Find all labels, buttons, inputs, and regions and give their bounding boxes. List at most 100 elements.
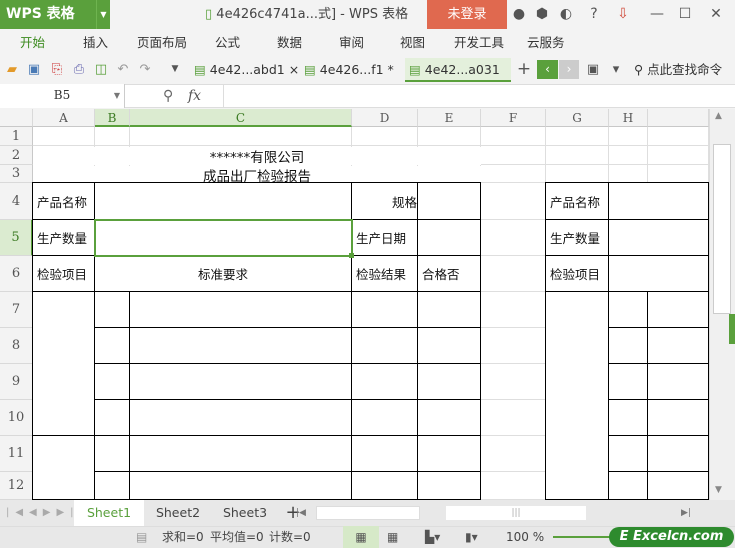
cell[interactable] (609, 127, 648, 146)
app-menu-button[interactable]: WPS 表格 (0, 0, 96, 29)
doc-tab[interactable]: ▤ 4e42...abd1 × (190, 58, 300, 82)
cell[interactable] (648, 165, 709, 183)
scroll-right-icon[interactable]: ▶| (681, 504, 691, 522)
command-search[interactable]: ⚲ 点此查找命令 (634, 57, 722, 82)
table-cell[interactable] (129, 435, 352, 472)
minimize-icon[interactable]: — (647, 0, 667, 29)
close-tab-icon[interactable]: × (289, 62, 299, 77)
chevron-down-icon[interactable]: ▼ (96, 0, 110, 29)
cell[interactable] (481, 220, 546, 256)
label-cell[interactable]: 产品名称 (32, 182, 95, 220)
skin-icon[interactable]: ● (509, 0, 529, 29)
cell[interactable] (546, 165, 609, 183)
doc-tab[interactable]: ▤ 4e426...f1 * × (300, 58, 405, 100)
row-header-4[interactable]: 4 (0, 183, 33, 220)
redo-icon[interactable]: ↷ (135, 57, 155, 82)
cell[interactable] (546, 146, 609, 165)
cell[interactable] (481, 472, 546, 500)
cell[interactable] (648, 146, 709, 165)
zoom-formula-icon[interactable]: ⚲ (163, 84, 173, 108)
sheet-nav-arrows[interactable]: |◀◀▶▶| (6, 500, 80, 526)
column-header-f[interactable]: F (481, 109, 546, 127)
menu-insert[interactable]: 插入 (83, 29, 108, 57)
table-cell[interactable] (608, 435, 648, 472)
insert-function-button[interactable]: fx (188, 84, 201, 108)
table-cell[interactable] (129, 399, 352, 436)
company-name-cell[interactable]: ******有限公司 (33, 147, 481, 166)
column-header-c[interactable]: C (130, 109, 352, 127)
menu-view[interactable]: 视图 (400, 29, 425, 57)
table-cell[interactable] (647, 327, 709, 364)
cell[interactable] (481, 328, 546, 364)
table-cell[interactable] (94, 363, 130, 400)
cell[interactable] (130, 127, 352, 146)
row-header-8[interactable]: 8 (0, 328, 33, 364)
menu-cloud[interactable]: 云服务 (527, 29, 565, 57)
label-cell[interactable]: 生产数量 (32, 219, 95, 256)
table-cell[interactable] (94, 471, 130, 500)
spreadsheet-grid[interactable]: A B C D E F G H 1 2 3 4 5 6 7 8 9 10 11 12 ******有限公司 成品出厂检验报… (0, 109, 709, 500)
export-pdf-icon[interactable]: ⎘ (47, 57, 67, 82)
new-tab-icon[interactable]: + (514, 57, 534, 82)
label-cell[interactable]: 生产数量 (545, 219, 609, 256)
page-break-view-icon[interactable]: ▦ (387, 526, 398, 548)
sheet-tab-sheet2[interactable]: Sheet2 (143, 500, 213, 526)
label-cell[interactable]: 标准要求 (94, 255, 352, 292)
cell[interactable] (546, 127, 609, 146)
maximize-icon[interactable]: ☐ (675, 0, 695, 29)
vertical-scrollbar[interactable]: ▲ ▼ (709, 109, 735, 500)
help-icon[interactable]: ? (584, 0, 604, 29)
scrollbar-thumb[interactable] (713, 144, 731, 314)
sheet-tab-sheet1[interactable]: Sheet1 (74, 500, 144, 526)
zoom-level[interactable]: 100 % (506, 526, 544, 548)
table-cell[interactable] (647, 435, 709, 472)
presentation-icon[interactable]: ▣ (583, 57, 603, 82)
menu-review[interactable]: 审阅 (339, 29, 364, 57)
table-cell[interactable] (32, 291, 95, 436)
table-cell[interactable] (417, 327, 481, 364)
table-cell[interactable] (647, 399, 709, 436)
menu-data[interactable]: 数据 (277, 29, 302, 57)
row-header-7[interactable]: 7 (0, 292, 33, 328)
row-header-10[interactable]: 10 (0, 400, 33, 436)
row-header-11[interactable]: 11 (0, 436, 33, 472)
table-cell[interactable] (647, 471, 709, 500)
cell[interactable] (481, 127, 546, 146)
table-cell[interactable] (94, 182, 352, 220)
table-cell[interactable] (647, 363, 709, 400)
label-cell[interactable]: 检验项目 (32, 255, 95, 292)
table-cell[interactable] (129, 363, 352, 400)
chevron-down-icon[interactable]: ▼ (114, 84, 120, 107)
table-cell[interactable] (129, 291, 352, 328)
table-cell[interactable] (417, 363, 481, 400)
freeze-icon[interactable]: ▙▾ (425, 526, 440, 548)
table-cell[interactable] (351, 435, 418, 472)
cell[interactable] (352, 127, 418, 146)
login-button[interactable]: 未登录 (427, 0, 507, 29)
tab-menu-icon[interactable]: ▾ (606, 57, 626, 82)
table-cell[interactable] (608, 363, 648, 400)
notes-icon[interactable]: ▤ (136, 526, 147, 548)
scroll-left-icon[interactable]: |◀ (296, 504, 306, 522)
cell[interactable] (481, 364, 546, 400)
table-cell[interactable] (608, 255, 709, 292)
cell[interactable] (481, 256, 546, 292)
save-icon[interactable]: ▣ (24, 57, 44, 82)
column-header-b[interactable]: B (95, 109, 130, 127)
table-cell[interactable] (608, 471, 648, 500)
cell[interactable] (609, 146, 648, 165)
menu-home[interactable]: 开始 (20, 29, 45, 57)
table-cell[interactable] (417, 182, 481, 220)
table-cell[interactable] (647, 291, 709, 328)
cell[interactable] (609, 165, 648, 183)
column-header-h[interactable]: H (609, 109, 648, 127)
select-all-corner[interactable] (0, 109, 33, 127)
table-cell[interactable] (94, 435, 130, 472)
print-icon[interactable]: ⎙ (69, 57, 89, 82)
column-header-g[interactable]: G (546, 109, 609, 127)
table-cell[interactable] (417, 291, 481, 328)
cell[interactable] (481, 165, 546, 183)
table-cell[interactable] (351, 291, 418, 328)
table-cell[interactable] (417, 435, 481, 472)
row-header-3[interactable]: 3 (0, 165, 33, 183)
